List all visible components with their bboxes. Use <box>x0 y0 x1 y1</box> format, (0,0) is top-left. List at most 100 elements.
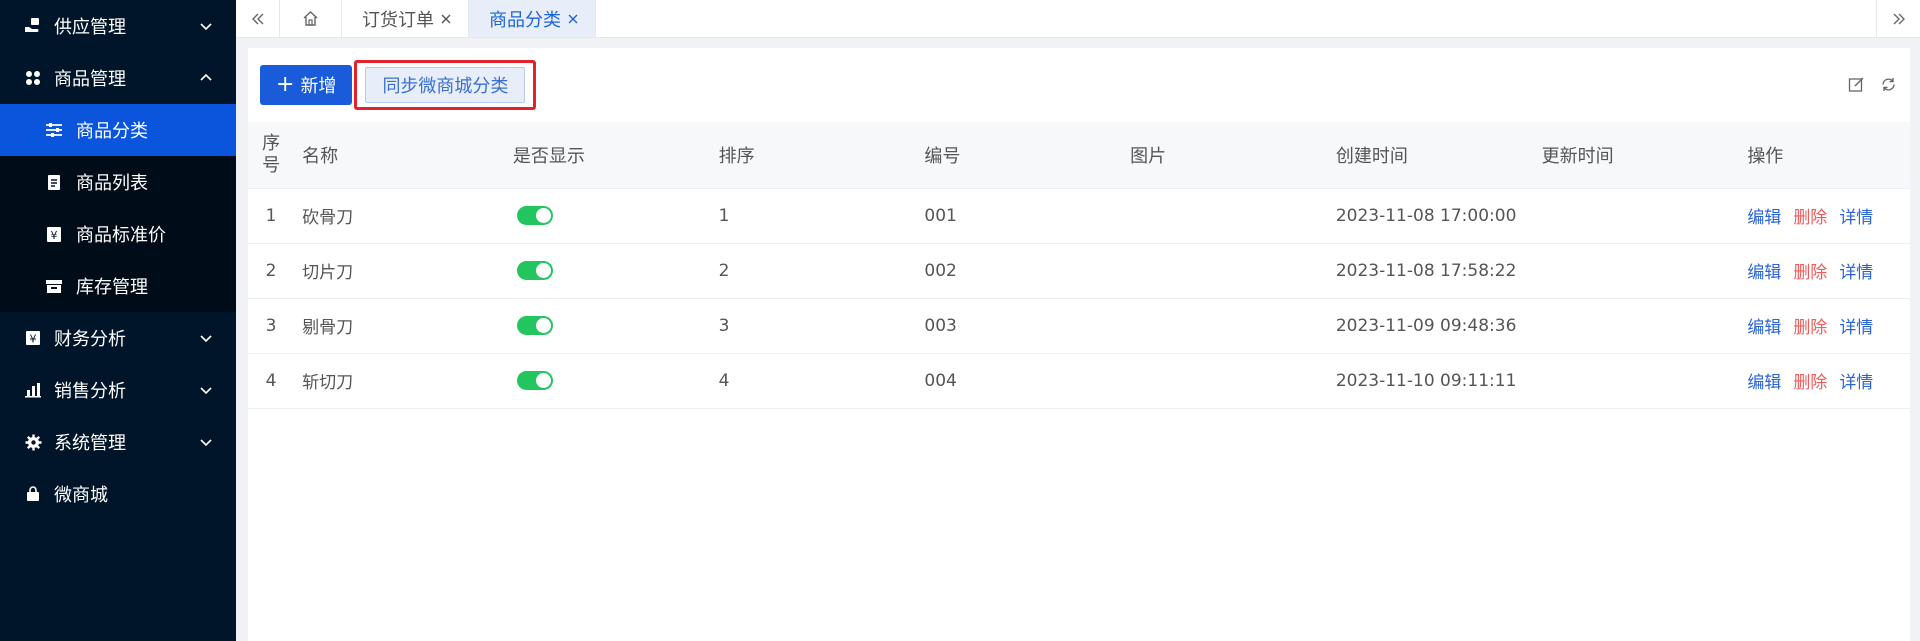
delete-link[interactable]: 删除 <box>1793 318 1827 338</box>
sidebar-item-label: 库存管理 <box>76 277 148 298</box>
sidebar-item-inventory[interactable]: 库存管理 <box>0 260 236 312</box>
sliders-icon <box>44 120 64 140</box>
cell-image <box>1122 353 1328 409</box>
table-tools <box>1848 76 1898 94</box>
grid-icon <box>22 67 44 89</box>
home-icon <box>302 10 319 27</box>
sidebar-item-label: 商品列表 <box>76 173 148 194</box>
cell-code: 004 <box>916 353 1123 409</box>
cell-ops: 编辑 删除 详情 <box>1739 243 1910 299</box>
sidebar-item-label: 商品管理 <box>54 69 126 90</box>
cell-sort: 1 <box>710 188 917 244</box>
sync-mall-category-button[interactable]: 同步微商城分类 <box>365 67 526 103</box>
edit-link[interactable]: 编辑 <box>1747 208 1781 228</box>
cell-sort: 3 <box>710 298 917 354</box>
edit-link[interactable]: 编辑 <box>1747 318 1781 338</box>
table-row: 3 剔骨刀 3 003 2023-11-09 09:48:36 编辑 删除 详情 <box>248 298 1910 354</box>
cell-sort: 2 <box>710 243 917 299</box>
sidebar-item-label: 财务分析 <box>54 329 126 350</box>
close-icon[interactable] <box>567 13 579 25</box>
cell-code: 002 <box>916 243 1123 299</box>
cell-code: 003 <box>916 298 1123 354</box>
detail-link[interactable]: 详情 <box>1839 318 1873 338</box>
chevron-down-icon <box>198 382 214 398</box>
cell-seq: 2 <box>248 243 295 299</box>
sidebar-item-label: 商品标准价 <box>76 225 166 246</box>
sidebar-item-goods-category[interactable]: 商品分类 <box>0 104 236 156</box>
column-header-image: 图片 <box>1122 122 1328 189</box>
visible-toggle[interactable] <box>516 316 553 335</box>
cell-seq: 4 <box>248 353 295 409</box>
chevron-down-icon <box>198 330 214 346</box>
cell-seq: 3 <box>248 298 295 354</box>
cell-image <box>1122 188 1328 244</box>
category-table: 序 号 名称 是否显示 排序 编号 图片 创建时间 更新时间 操作 1 砍骨刀 … <box>248 122 1910 409</box>
refresh-icon[interactable] <box>1880 76 1898 94</box>
visible-toggle[interactable] <box>516 206 553 225</box>
double-chevron-left-icon <box>250 11 266 27</box>
sidebar-item-goods-list[interactable]: 商品列表 <box>0 156 236 208</box>
tab-bar: 订货订单 商品分类 <box>236 0 1920 38</box>
tab-order[interactable]: 订货订单 <box>342 0 469 37</box>
yen-icon: ¥ <box>22 327 44 349</box>
tab-label: 商品分类 <box>489 9 561 31</box>
plus-icon: + <box>276 72 295 97</box>
cell-ops: 编辑 删除 详情 <box>1739 353 1910 409</box>
sidebar-item-finance[interactable]: ¥ 财务分析 <box>0 312 236 364</box>
visible-toggle[interactable] <box>516 261 553 280</box>
cell-created: 2023-11-09 09:48:36 <box>1327 298 1534 354</box>
table-header-row: 序 号 名称 是否显示 排序 编号 图片 创建时间 更新时间 操作 <box>248 122 1910 189</box>
cell-image <box>1122 243 1328 299</box>
sidebar-item-wechat-mall[interactable]: 微商城 <box>0 468 236 520</box>
column-header-created: 创建时间 <box>1327 122 1534 189</box>
scroll-right-button[interactable] <box>1876 0 1920 37</box>
cell-updated <box>1533 298 1740 354</box>
delete-link[interactable]: 删除 <box>1793 263 1827 283</box>
sidebar-item-label: 销售分析 <box>54 381 126 402</box>
hand-box-icon <box>22 15 44 37</box>
table-row: 2 切片刀 2 002 2023-11-08 17:58:22 编辑 删除 详情 <box>248 243 1910 299</box>
cell-ops: 编辑 删除 详情 <box>1739 188 1910 244</box>
sidebar-item-goods[interactable]: 商品管理 <box>0 52 236 104</box>
sidebar-item-label: 供应管理 <box>54 17 126 38</box>
cell-updated <box>1533 188 1740 244</box>
detail-link[interactable]: 详情 <box>1839 208 1873 228</box>
table-row: 1 砍骨刀 1 001 2023-11-08 17:00:00 编辑 删除 详情 <box>248 188 1910 244</box>
delete-link[interactable]: 删除 <box>1793 208 1827 228</box>
cell-created: 2023-11-10 09:11:11 <box>1327 353 1534 409</box>
edit-link[interactable]: 编辑 <box>1747 263 1781 283</box>
shopping-bag-icon <box>22 483 44 505</box>
chevron-down-icon <box>198 18 214 34</box>
tab-home[interactable] <box>280 0 342 37</box>
sidebar-item-sales[interactable]: 销售分析 <box>0 364 236 416</box>
column-header-sort: 排序 <box>710 122 917 189</box>
cell-name: 砍骨刀 <box>294 188 505 244</box>
sidebar-item-supply[interactable]: 供应管理 <box>0 0 236 52</box>
visible-toggle[interactable] <box>516 371 553 390</box>
close-icon[interactable] <box>440 13 452 25</box>
sidebar-item-label: 微商城 <box>54 485 108 506</box>
edit-link[interactable]: 编辑 <box>1747 373 1781 393</box>
seq-header-line1: 序 <box>262 132 281 154</box>
delete-link[interactable]: 删除 <box>1793 373 1827 393</box>
document-icon <box>44 172 64 192</box>
cell-visible <box>504 243 711 299</box>
sidebar-item-system[interactable]: 系统管理 <box>0 416 236 468</box>
detail-link[interactable]: 详情 <box>1839 373 1873 393</box>
detail-link[interactable]: 详情 <box>1839 263 1873 283</box>
scroll-left-button[interactable] <box>236 0 280 37</box>
sidebar-item-goods-price[interactable]: ¥ 商品标准价 <box>0 208 236 260</box>
cell-updated <box>1533 243 1740 299</box>
seq-header-line2: 号 <box>262 154 281 176</box>
gear-icon <box>22 431 44 453</box>
cell-ops: 编辑 删除 详情 <box>1739 298 1910 354</box>
chevron-up-icon <box>198 70 214 86</box>
tab-goods-category[interactable]: 商品分类 <box>469 0 596 37</box>
cell-seq: 1 <box>248 188 295 244</box>
column-header-ops: 操作 <box>1739 122 1910 189</box>
cell-name: 切片刀 <box>294 243 505 299</box>
warehouse-icon <box>44 276 64 296</box>
cell-visible <box>504 353 711 409</box>
edit-columns-icon[interactable] <box>1848 76 1866 94</box>
add-button[interactable]: + 新增 <box>260 65 353 105</box>
